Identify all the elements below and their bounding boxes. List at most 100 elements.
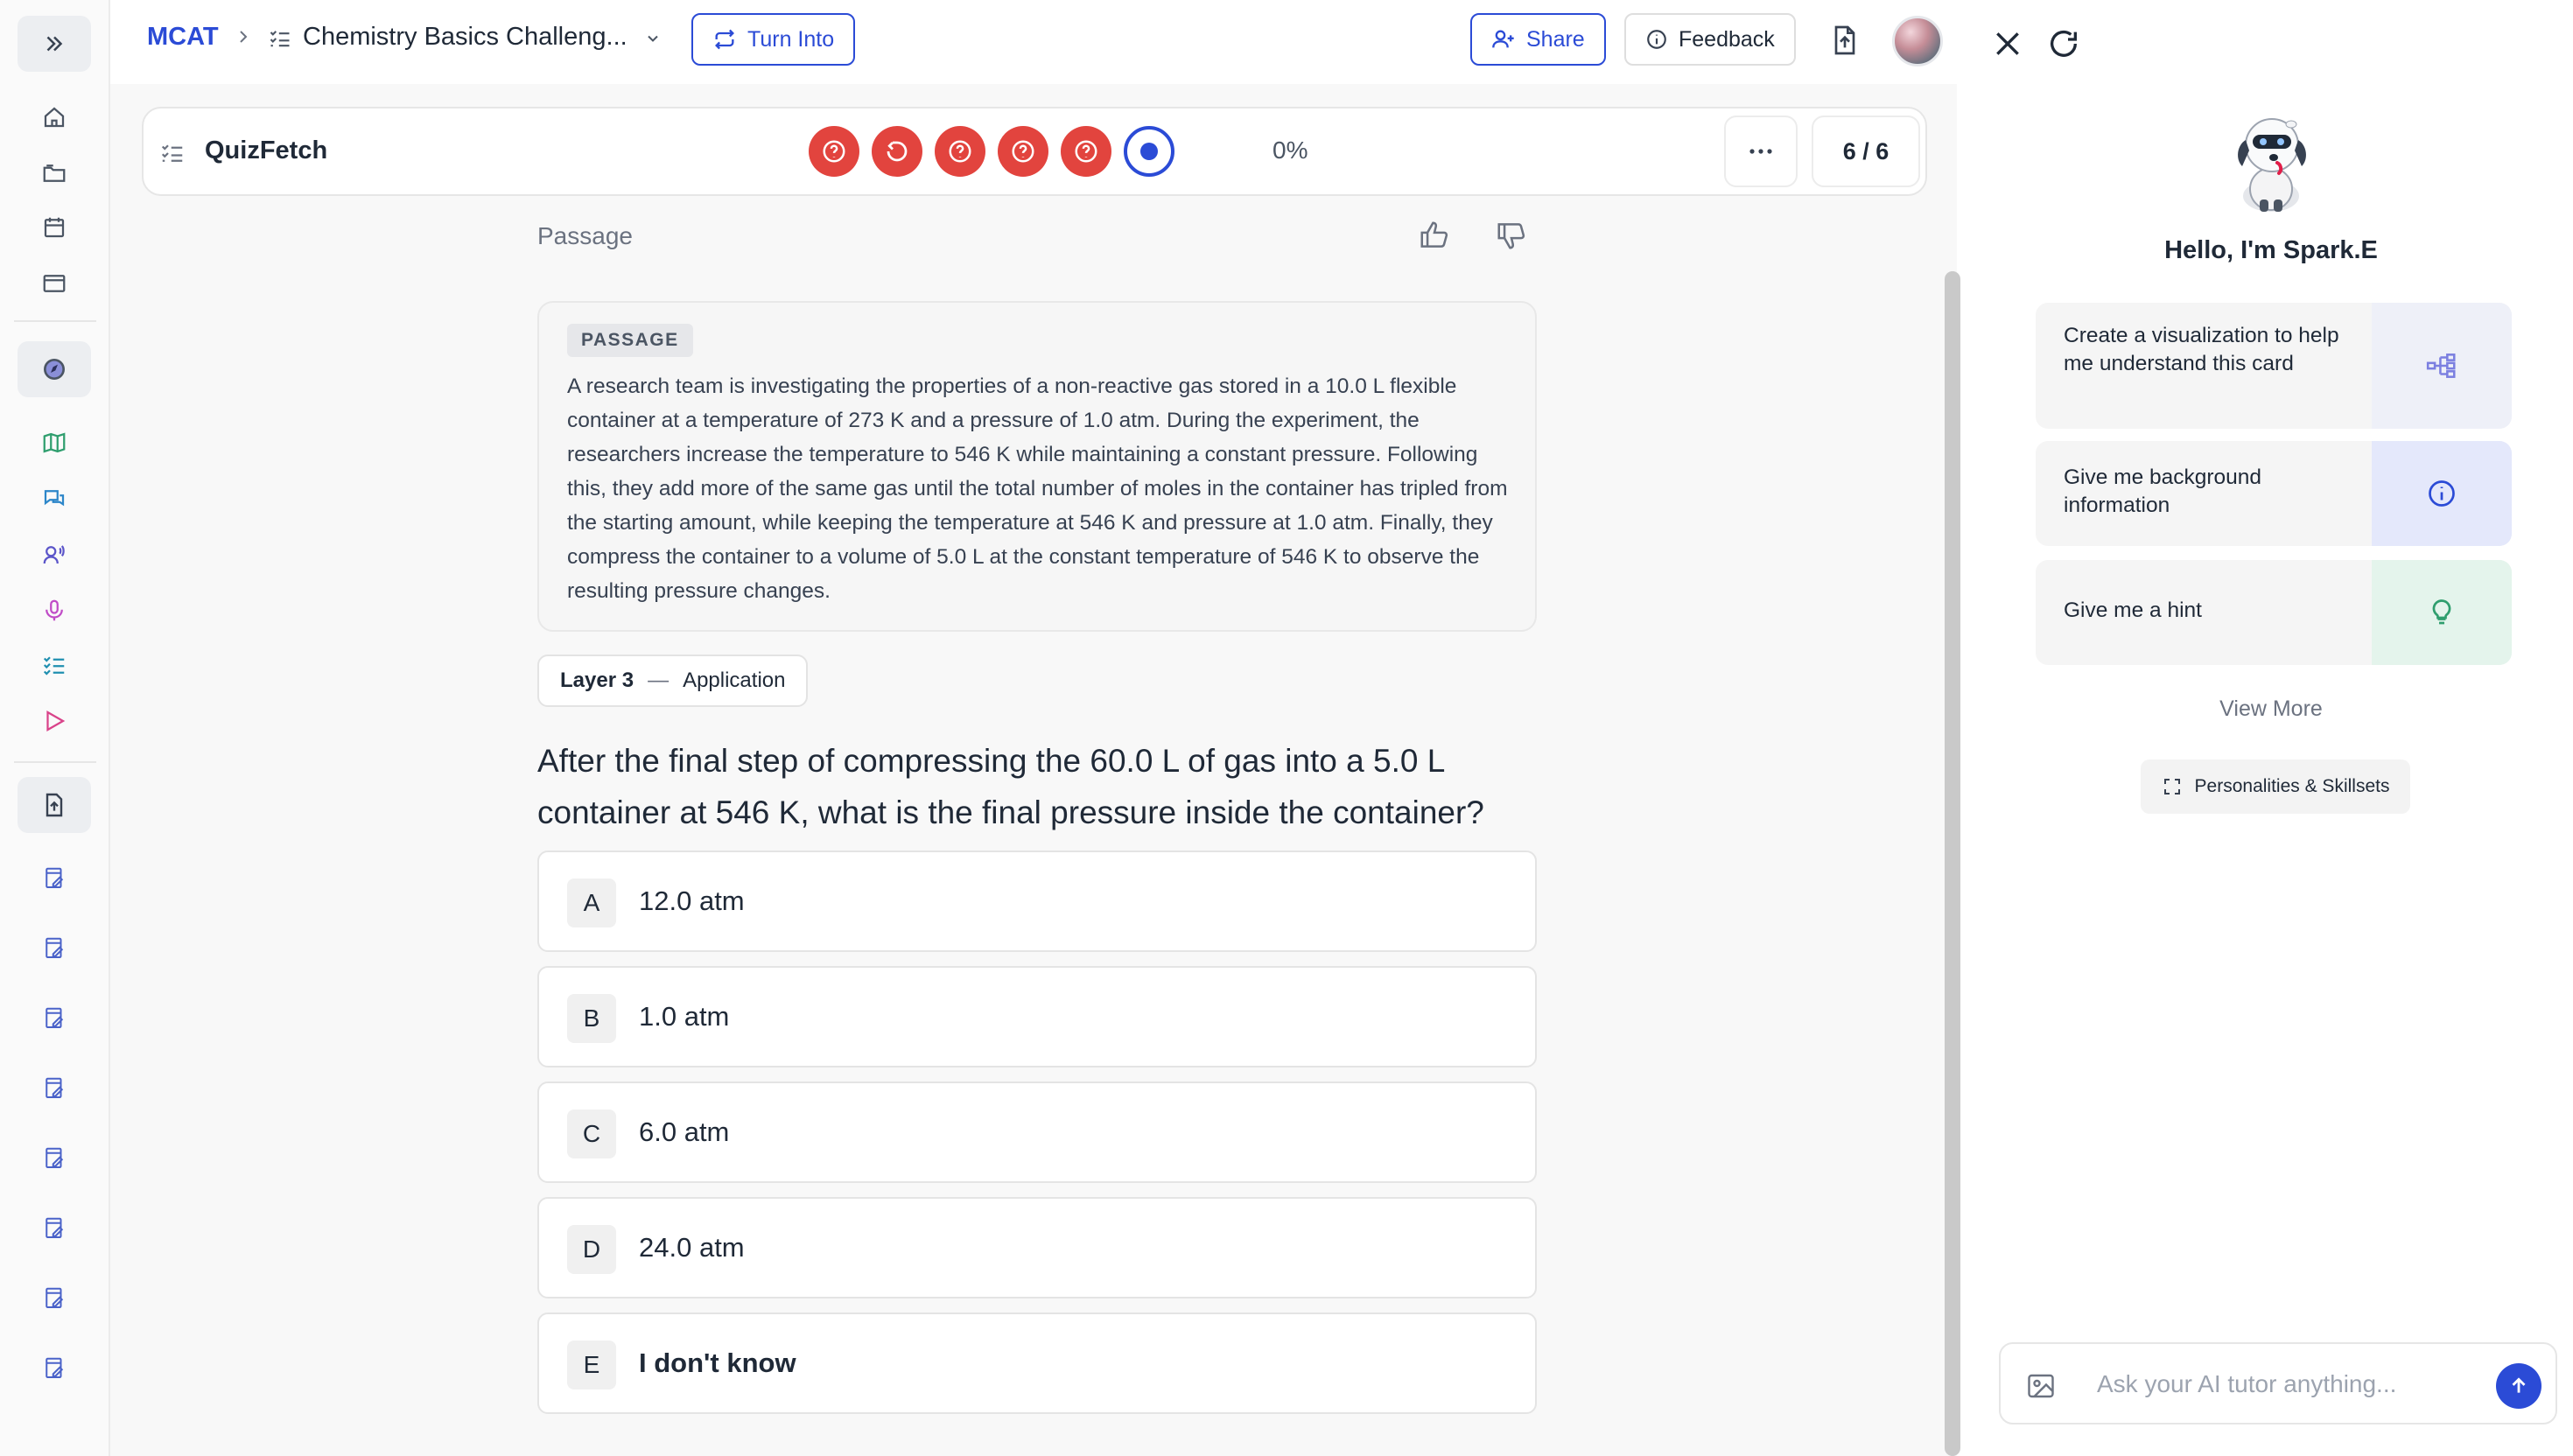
sidebar-doc[interactable] xyxy=(18,1060,91,1116)
sidebar-map[interactable] xyxy=(18,415,91,471)
sidebar-doc[interactable] xyxy=(18,990,91,1046)
sidebar-chat[interactable] xyxy=(18,471,91,527)
sidebar-doc[interactable] xyxy=(18,1200,91,1256)
double-chevron-right-icon xyxy=(46,36,63,52)
option-letter: B xyxy=(567,994,616,1043)
document-edit-icon xyxy=(46,937,64,958)
suggestion-text: Create a visualization to help me unders… xyxy=(2064,324,2339,375)
refresh-icon[interactable] xyxy=(2046,26,2081,61)
suggestion-background[interactable]: Give me background information xyxy=(2036,441,2512,546)
view-more-link[interactable]: View More xyxy=(1969,696,2573,722)
thumbs-up-icon[interactable] xyxy=(1418,219,1451,252)
answer-option-d[interactable]: D 24.0 atm xyxy=(537,1197,1537,1298)
sidebar-quiz[interactable] xyxy=(18,637,91,693)
document-edit-icon xyxy=(46,1217,64,1238)
answer-option-c[interactable]: C 6.0 atm xyxy=(537,1082,1537,1183)
breadcrumb-title-dropdown[interactable]: Chemistry Basics Challeng... xyxy=(303,23,627,52)
file-export-icon[interactable] xyxy=(1827,23,1862,58)
suggestion-text: Give me a hint xyxy=(2064,598,2202,622)
question-mark-icon xyxy=(823,140,845,163)
option-text: 6.0 atm xyxy=(639,1116,730,1147)
breadcrumb-root-link[interactable]: MCAT xyxy=(147,23,219,52)
chat-input-placeholder[interactable]: Ask your AI tutor anything... xyxy=(2097,1370,2396,1398)
suggestion-visualization[interactable]: Create a visualization to help me unders… xyxy=(2036,303,2512,429)
personalities-button[interactable]: Personalities & Skillsets xyxy=(2141,760,2410,814)
document-edit-icon xyxy=(46,1007,64,1028)
sidebar-doc[interactable] xyxy=(18,1130,91,1186)
sidebar-play[interactable] xyxy=(18,693,91,749)
option-letter: C xyxy=(567,1110,616,1158)
sidebar-doc[interactable] xyxy=(18,1340,91,1396)
progress-question-3[interactable] xyxy=(935,126,985,177)
mascot-avatar xyxy=(2238,118,2306,212)
sidebar-voice[interactable] xyxy=(18,527,91,583)
content-scrollbar[interactable] xyxy=(1945,271,1960,1456)
sidebar-home[interactable] xyxy=(18,89,91,145)
question-mark-icon xyxy=(949,140,971,163)
lightbulb-icon xyxy=(2432,599,2451,625)
answer-option-e[interactable]: E I don't know xyxy=(537,1312,1537,1414)
progress-question-1[interactable] xyxy=(809,126,859,177)
thumbs-down-icon[interactable] xyxy=(1495,219,1528,252)
expand-sidebar-button[interactable] xyxy=(18,16,91,72)
chevron-down-icon[interactable] xyxy=(644,30,662,47)
calendar-icon xyxy=(44,217,65,238)
chat-input-box[interactable]: Ask your AI tutor anything... xyxy=(1999,1342,2557,1424)
more-options-button[interactable] xyxy=(1724,116,1798,187)
microphone-icon xyxy=(46,599,63,621)
suggestion-icon-box xyxy=(2372,560,2512,665)
option-text: 1.0 atm xyxy=(639,1001,730,1032)
sidebar-divider xyxy=(14,320,96,322)
suggestion-hint[interactable]: Give me a hint xyxy=(2036,560,2512,665)
sidebar-doc[interactable] xyxy=(18,920,91,976)
home-icon xyxy=(44,107,65,128)
user-avatar[interactable] xyxy=(1892,16,1943,66)
feedback-label: Feedback xyxy=(1679,26,1775,52)
progress-question-4[interactable] xyxy=(998,126,1048,177)
share-button[interactable]: Share xyxy=(1470,13,1606,66)
checklist-icon xyxy=(43,656,65,676)
question-text: After the final step of compressing the … xyxy=(537,743,1484,830)
question-counter[interactable]: 6 / 6 xyxy=(1812,116,1920,187)
section-label: Passage xyxy=(537,222,633,249)
ai-tutor-panel: Hello, I'm Spark.E Create a visualizatio… xyxy=(1969,0,2573,1456)
suggestion-icon-box xyxy=(2372,441,2512,546)
turn-into-button[interactable]: Turn Into xyxy=(691,13,856,66)
progress-question-5[interactable] xyxy=(1061,126,1111,177)
file-upload-icon xyxy=(46,793,63,817)
sidebar-calendar[interactable] xyxy=(18,200,91,256)
document-edit-icon xyxy=(46,1077,64,1098)
folder-icon xyxy=(43,164,66,182)
option-letter: A xyxy=(567,878,616,928)
diagram-icon xyxy=(2426,354,2456,378)
compass-icon xyxy=(44,359,65,380)
feedback-button[interactable]: Feedback xyxy=(1624,13,1796,66)
answer-option-a[interactable]: A 12.0 atm xyxy=(537,850,1537,952)
sidebar-doc[interactable] xyxy=(18,850,91,906)
current-indicator xyxy=(1140,143,1158,160)
send-button[interactable] xyxy=(2496,1363,2541,1409)
sidebar-browser[interactable] xyxy=(18,256,91,312)
passage-card: PASSAGE A research team is investigating… xyxy=(537,301,1537,632)
progress-percent: 0% xyxy=(1272,136,1308,164)
speaking-person-icon xyxy=(43,545,65,564)
answer-option-b[interactable]: B 1.0 atm xyxy=(537,966,1537,1068)
personalities-label: Personalities & Skillsets xyxy=(2194,776,2390,796)
layer-name: Application xyxy=(683,668,786,692)
expand-icon xyxy=(2163,779,2180,794)
sidebar-folders[interactable] xyxy=(18,145,91,201)
arrow-up-icon xyxy=(2512,1377,2526,1393)
sidebar-upload[interactable] xyxy=(18,777,91,833)
progress-question-current[interactable] xyxy=(1124,126,1174,177)
play-icon xyxy=(46,710,66,732)
sidebar-doc[interactable] xyxy=(18,1270,91,1326)
layer-label: Layer 3 xyxy=(560,668,634,692)
sidebar-microphone[interactable] xyxy=(18,583,91,639)
image-attach-icon[interactable] xyxy=(2025,1370,2057,1402)
sidebar-explore[interactable] xyxy=(18,341,91,397)
close-icon[interactable] xyxy=(1990,26,2025,61)
quiz-area: QuizFetch 0% 6 / 6 Passage PASSAGE A res… xyxy=(110,84,1957,1456)
progress-question-2[interactable] xyxy=(872,126,922,177)
map-icon xyxy=(43,432,66,453)
option-text: 12.0 atm xyxy=(639,886,745,916)
